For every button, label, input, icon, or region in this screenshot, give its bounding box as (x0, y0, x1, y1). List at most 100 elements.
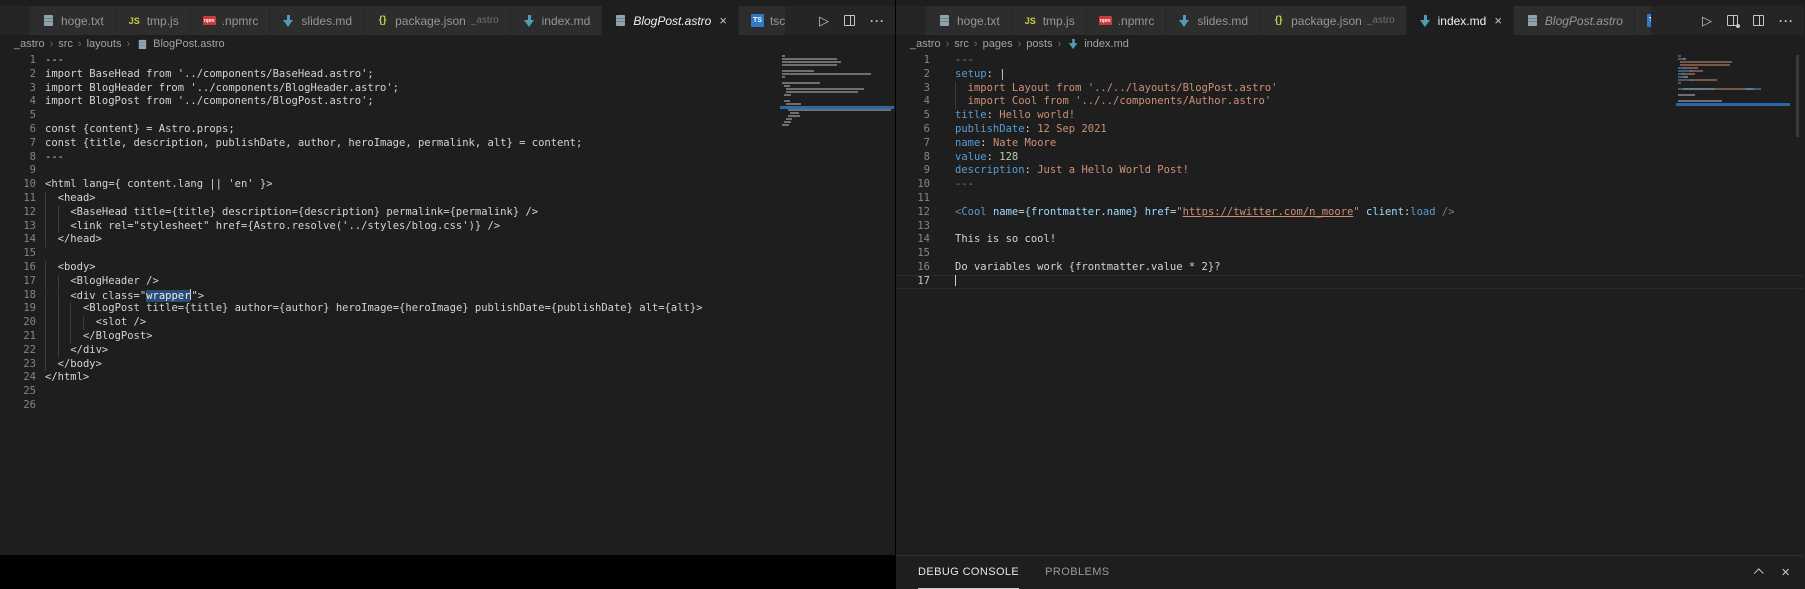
code-line-16[interactable]: 16 <body> (0, 261, 895, 275)
split-editor-alt-icon[interactable] (1727, 15, 1738, 26)
code-line-7[interactable]: 7const {title, description, publishDate,… (0, 137, 895, 151)
chevron-up-icon[interactable] (1754, 568, 1764, 578)
code-line-10[interactable]: 10--- (896, 178, 1804, 192)
code-line-11[interactable]: 11 (896, 192, 1804, 206)
code-line-1[interactable]: 1--- (896, 54, 1804, 68)
code-line-12[interactable]: 12 <BaseHead title={title} description={… (0, 206, 895, 220)
more-actions-icon[interactable]: ··· (870, 14, 885, 28)
code-line-3[interactable]: 3import BlogHeader from '../components/B… (0, 82, 895, 96)
editor-left[interactable]: 1---2import BaseHead from '../components… (0, 52, 895, 555)
run-icon[interactable]: ▷ (819, 13, 829, 29)
code-line-13[interactable]: 13 (896, 220, 1804, 234)
breadcrumb-item[interactable]: layouts (87, 38, 122, 50)
code-line-25[interactable]: 25 (0, 385, 895, 399)
line-number: 3 (896, 82, 955, 96)
close-tab-icon[interactable]: × (719, 14, 727, 27)
split-editor-icon[interactable] (1753, 15, 1764, 26)
tab-package.json[interactable]: {}package.json_astro (1260, 6, 1406, 35)
code-line-16[interactable]: 16Do variables work {frontmatter.value *… (896, 261, 1804, 275)
code-line-17[interactable]: 17 (896, 275, 1804, 289)
scrollbar[interactable] (1796, 55, 1799, 137)
line-number: 8 (896, 151, 955, 165)
tab-index.md[interactable]: index.md (511, 6, 602, 35)
line-number: 2 (0, 68, 45, 82)
code-line-1[interactable]: 1--- (0, 54, 895, 68)
tab-tsc[interactable]: TStsc (739, 6, 785, 35)
tab-tmp.js[interactable]: JStmp.js (1012, 6, 1086, 35)
line-number: 20 (0, 316, 45, 330)
tab-label: hoge.txt (61, 14, 104, 28)
code-line-8[interactable]: 8--- (0, 151, 895, 165)
code-line-21[interactable]: 21 </BlogPost> (0, 330, 895, 344)
vscode-window: hoge.txtJStmp.jsnpm.npmrcslides.md{}pack… (0, 0, 1805, 589)
code-line-14[interactable]: 14 </head> (0, 233, 895, 247)
breadcrumb-item[interactable]: _astro (910, 38, 941, 50)
close-tab-icon[interactable]: × (1494, 14, 1502, 27)
indent-guide (70, 302, 83, 316)
indent-guide (45, 358, 58, 372)
code-line-14[interactable]: 14This is so cool! (896, 233, 1804, 247)
minimap-left[interactable] (782, 55, 894, 133)
code-line-18[interactable]: 18 <div class="wrapper"> (0, 289, 895, 303)
tab-tmp.js[interactable]: JStmp.js (116, 6, 190, 35)
code-line-20[interactable]: 20 <slot /> (0, 316, 895, 330)
code-line-4[interactable]: 4import BlogPost from '../components/Blo… (0, 95, 895, 109)
indent-guide (58, 206, 71, 220)
code-line-17[interactable]: 17 <BlogHeader /> (0, 275, 895, 289)
code-line-13[interactable]: 13 <link rel="stylesheet" href={Astro.re… (0, 220, 895, 234)
code-line-5[interactable]: 5title: Hello world! (896, 109, 1804, 123)
tab-tsc[interactable]: TStsc (1635, 6, 1651, 35)
panel-tab-debug-console[interactable]: DEBUG CONSOLE (918, 556, 1019, 589)
indent-guide (45, 233, 58, 247)
breadcrumb-item[interactable]: pages (983, 38, 1013, 50)
code-line-22[interactable]: 22 </div> (0, 344, 895, 358)
tab-BlogPost.astro[interactable]: BlogPost.astro× (602, 6, 738, 35)
code-line-9[interactable]: 9 (0, 164, 895, 178)
code-line-26[interactable]: 26 (0, 399, 895, 413)
editor-right[interactable]: 1---2setup: |3 import Layout from '../..… (896, 52, 1804, 555)
code-line-6[interactable]: 6publishDate: 12 Sep 2021 (896, 123, 1804, 137)
line-number: 23 (0, 358, 45, 372)
breadcrumb-item[interactable]: src (58, 38, 73, 50)
code-line-15[interactable]: 15 (0, 247, 895, 261)
tab-.npmrc[interactable]: npm.npmrc (191, 6, 270, 35)
breadcrumb-item[interactable]: _astro (14, 38, 45, 50)
code-line-2[interactable]: 2import BaseHead from '../components/Bas… (0, 68, 895, 82)
code-line-11[interactable]: 11 <head> (0, 192, 895, 206)
tab-hoge.txt[interactable]: hoge.txt (30, 6, 115, 35)
code-line-4[interactable]: 4 import Cool from '../../components/Aut… (896, 95, 1804, 109)
tab-slides.md[interactable]: slides.md (270, 6, 363, 35)
breadcrumb-separator: › (1058, 38, 1062, 50)
code-line-8[interactable]: 8value: 128 (896, 151, 1804, 165)
run-icon[interactable]: ▷ (1702, 13, 1712, 29)
tab-BlogPost.astro[interactable]: BlogPost.astro (1514, 6, 1634, 35)
code-line-12[interactable]: 12<Cool name={frontmatter.name} href="ht… (896, 206, 1804, 220)
code-line-2[interactable]: 2setup: | (896, 68, 1804, 82)
code-line-19[interactable]: 19 <BlogPost title={title} author={autho… (0, 302, 895, 316)
minimap-right[interactable] (1678, 55, 1790, 106)
code-line-24[interactable]: 24</html> (0, 371, 895, 385)
tab-hoge.txt[interactable]: hoge.txt (926, 6, 1011, 35)
code-line-6[interactable]: 6const {content} = Astro.props; (0, 123, 895, 137)
code-line-7[interactable]: 7name: Nate Moore (896, 137, 1804, 151)
split-editor-icon[interactable] (844, 15, 855, 26)
tab-index.md[interactable]: index.md× (1407, 6, 1513, 35)
code-line-5[interactable]: 5 (0, 109, 895, 123)
indent-guide (45, 220, 58, 234)
tab-package.json[interactable]: {}package.json_astro (364, 6, 510, 35)
more-actions-icon[interactable]: ··· (1779, 14, 1794, 28)
breadcrumb-file[interactable]: BlogPost.astro (153, 38, 225, 50)
tab-slides.md[interactable]: slides.md (1166, 6, 1259, 35)
breadcrumb-item[interactable]: src (954, 38, 969, 50)
tab-strip-right: hoge.txtJStmp.jsnpm.npmrcslides.md{}pack… (896, 6, 1692, 35)
code-line-9[interactable]: 9description: Just a Hello World Post! (896, 164, 1804, 178)
breadcrumb-item[interactable]: posts (1026, 38, 1052, 50)
code-line-15[interactable]: 15 (896, 247, 1804, 261)
code-line-23[interactable]: 23 </body> (0, 358, 895, 372)
code-line-10[interactable]: 10<html lang={ content.lang || 'en' }> (0, 178, 895, 192)
breadcrumb-file[interactable]: index.md (1084, 38, 1129, 50)
tab-.npmrc[interactable]: npm.npmrc (1087, 6, 1166, 35)
code-line-3[interactable]: 3 import Layout from '../../layouts/Blog… (896, 82, 1804, 96)
close-panel-icon[interactable]: × (1781, 565, 1790, 580)
panel-tab-problems[interactable]: PROBLEMS (1045, 556, 1109, 589)
